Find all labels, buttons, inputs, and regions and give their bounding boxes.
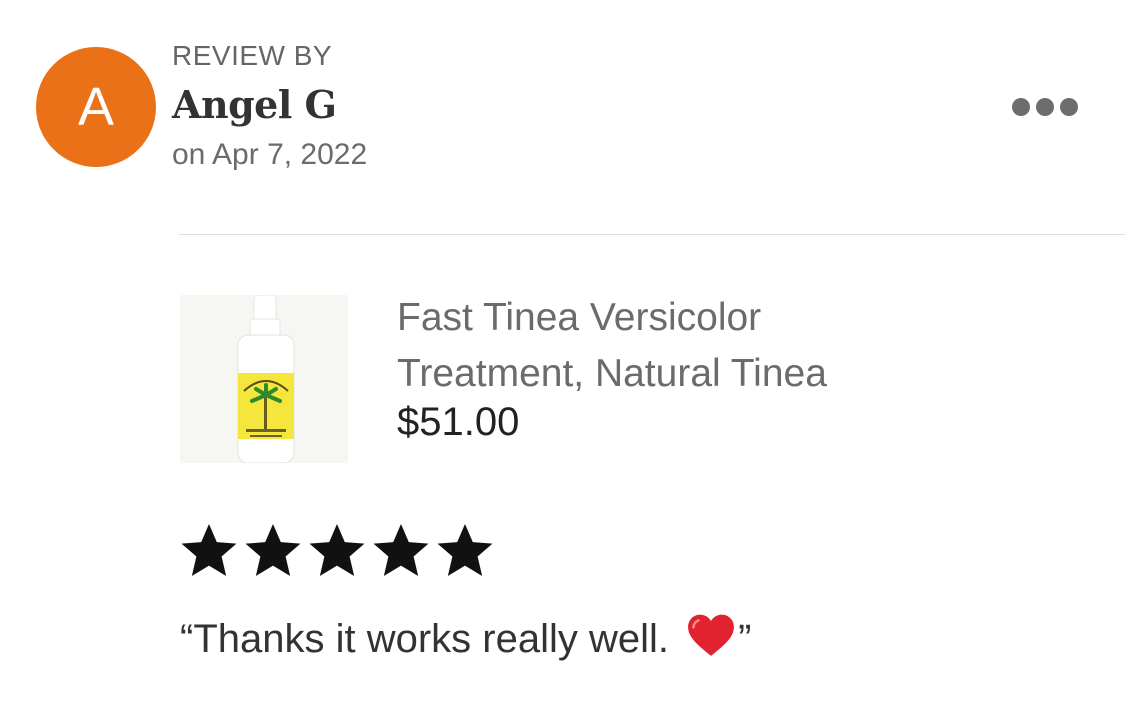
star-icon (181, 524, 237, 576)
divider (179, 234, 1125, 235)
review-card: A REVIEW BY Angel G on Apr 7, 2022 Fast … (0, 0, 1125, 713)
more-horizontal-icon (1060, 98, 1078, 116)
avatar-initial: A (77, 77, 115, 137)
product-title-line: Fast Tinea Versicolor (397, 296, 762, 339)
heart-icon (686, 612, 736, 668)
open-quote: “ (180, 617, 194, 661)
reviewer-name[interactable]: Angel G (172, 82, 337, 127)
product-price: $51.00 (397, 400, 520, 444)
avatar[interactable]: A (36, 47, 156, 167)
star-icon (245, 524, 301, 576)
review-body-text: Thanks it works really well. (193, 617, 681, 661)
product-title-line: Treatment, Natural Tinea (397, 352, 827, 395)
product-image[interactable] (180, 295, 348, 463)
star-rating (178, 522, 496, 580)
review-date: on Apr 7, 2022 (172, 138, 368, 171)
close-quote: ” (738, 617, 752, 661)
more-horizontal-icon (1036, 98, 1054, 116)
more-horizontal-icon (1012, 98, 1030, 116)
star-icon (437, 524, 493, 576)
spray-bottle-icon (180, 295, 348, 463)
more-options-button[interactable] (1000, 88, 1090, 126)
review-text: “Thanks it works really well. ” (180, 612, 751, 668)
star-icon (373, 524, 429, 576)
product-title[interactable]: Fast Tinea Versicolor Treatment, Natural… (397, 290, 1037, 402)
star-icon (309, 524, 365, 576)
review-by-label: REVIEW BY (172, 40, 333, 71)
